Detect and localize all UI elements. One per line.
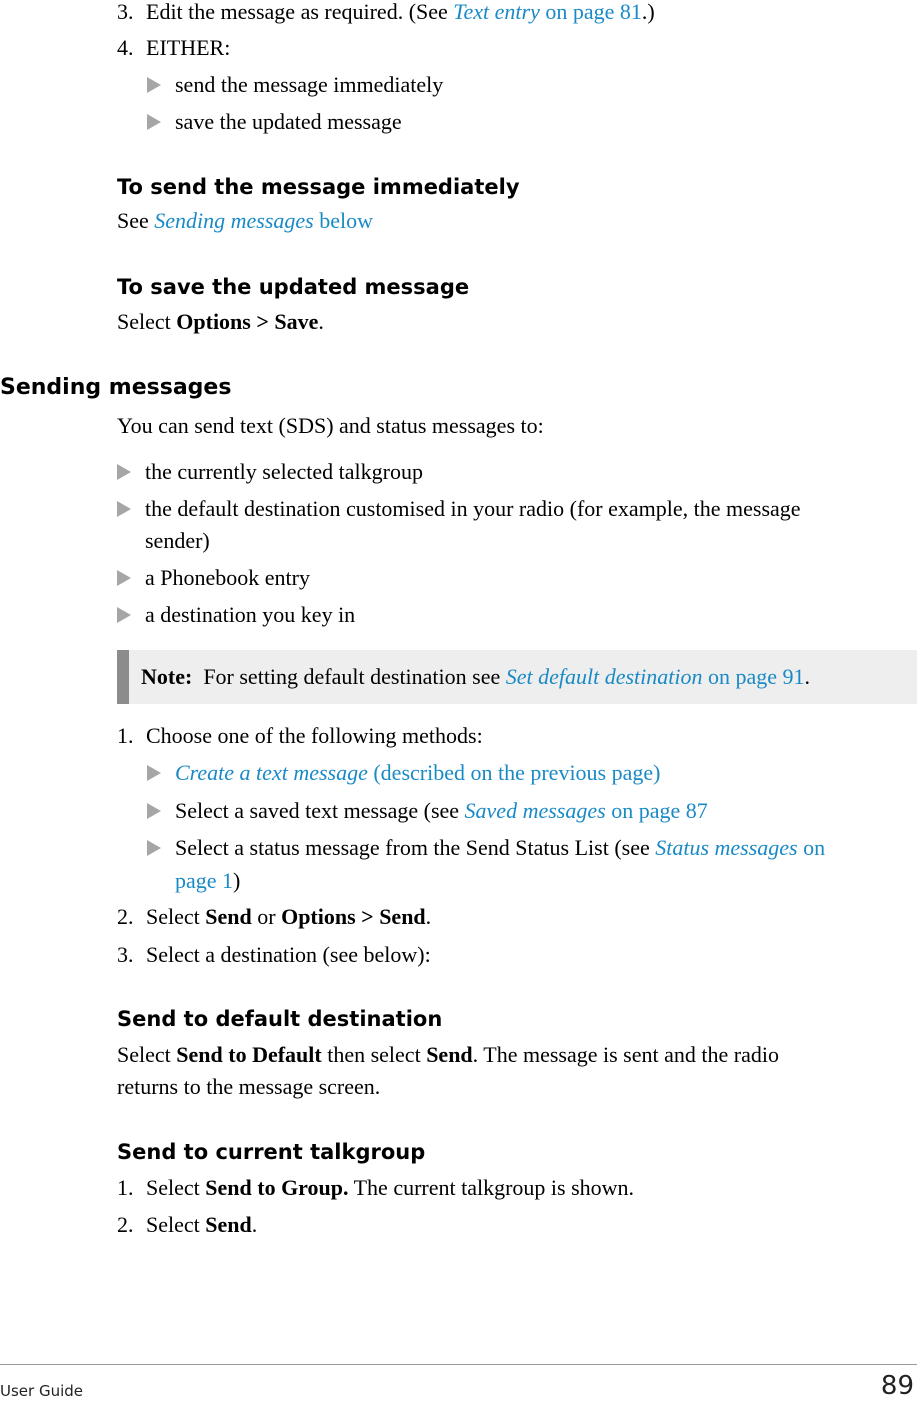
note-label: Note: bbox=[141, 664, 193, 689]
bullet-arrow-icon bbox=[147, 803, 161, 819]
list-item: Select a saved text message (see Saved m… bbox=[175, 798, 708, 823]
create-text-message-link[interactable]: Create a text message (described on the … bbox=[175, 760, 660, 785]
bullet-arrow-icon bbox=[117, 570, 131, 586]
list-item: the default destination customised in yo… bbox=[145, 496, 801, 521]
sending-messages-link[interactable]: Sending messages below bbox=[154, 208, 373, 233]
list-item: a destination you key in bbox=[145, 602, 356, 627]
list-item: the currently selected talkgroup bbox=[145, 459, 423, 484]
section-heading: Send to default destination bbox=[117, 1007, 443, 1031]
step-number: 1. bbox=[117, 1175, 134, 1200]
list-item-continuation: sender) bbox=[145, 528, 210, 553]
paragraph: Select Options > Save. bbox=[117, 309, 324, 334]
section-heading: Send to current talkgroup bbox=[117, 1140, 426, 1164]
bullet-arrow-icon bbox=[147, 765, 161, 781]
paragraph: See Sending messages below bbox=[117, 208, 374, 233]
text-entry-link[interactable]: Text entry on page 81 bbox=[453, 0, 642, 24]
list-item: send the message immediately bbox=[175, 72, 444, 97]
section-heading: To send the message immediately bbox=[117, 175, 520, 199]
list-item: a Phonebook entry bbox=[145, 565, 310, 590]
bullet-arrow-icon bbox=[147, 77, 161, 93]
bullet-arrow-icon bbox=[147, 114, 161, 130]
list-item-continuation: page 1) bbox=[175, 868, 241, 893]
paragraph: Select Send to Default then select Send.… bbox=[117, 1042, 779, 1067]
note-text: Note: For setting default destination se… bbox=[141, 664, 811, 689]
bullet-arrow-icon bbox=[117, 501, 131, 517]
step-number: 2. bbox=[117, 1212, 134, 1237]
step-4: 4. EITHER: bbox=[117, 33, 230, 63]
bullet-arrow-icon bbox=[117, 464, 131, 480]
bullet-arrow-icon bbox=[147, 840, 161, 856]
step-number: 4. bbox=[117, 35, 134, 60]
footer-document-title: User Guide bbox=[0, 1382, 84, 1400]
step-2: 2. Select Send or Options > Send. bbox=[117, 902, 431, 932]
note-box: Note: For setting default destination se… bbox=[117, 650, 917, 704]
step-number: 3. bbox=[117, 942, 134, 967]
page-section-title: Sending messages bbox=[0, 375, 232, 400]
step-3: 3. Select a destination (see below): bbox=[117, 940, 431, 970]
list-item: Select a status message from the Send St… bbox=[175, 835, 826, 860]
status-messages-link[interactable]: Status messages on bbox=[655, 835, 825, 860]
paragraph: You can send text (SDS) and status messa… bbox=[117, 413, 544, 438]
bullet-arrow-icon bbox=[117, 607, 131, 623]
section-heading: To save the updated message bbox=[117, 275, 470, 299]
page-number: 89 bbox=[880, 1371, 914, 1401]
list-item: Create a text message (described on the … bbox=[175, 758, 660, 788]
step-number: 3. bbox=[117, 0, 134, 24]
list-item: save the updated message bbox=[175, 109, 402, 134]
note-accent-bar bbox=[117, 650, 129, 704]
set-default-destination-link[interactable]: Set default destination on page 91 bbox=[506, 664, 805, 689]
paragraph-continuation: returns to the message screen. bbox=[117, 1074, 381, 1099]
step-number: 2. bbox=[117, 904, 134, 929]
status-messages-link-cont[interactable]: page 1 bbox=[175, 868, 233, 893]
footer-divider bbox=[0, 1364, 917, 1365]
step-3: 3. Edit the message as required. (See Tex… bbox=[117, 0, 655, 27]
saved-messages-link[interactable]: Saved messages on page 87 bbox=[465, 798, 708, 823]
step-number: 1. bbox=[117, 723, 134, 748]
step-2: 2. Select Send. bbox=[117, 1210, 257, 1240]
step-1: 1. Choose one of the following methods: bbox=[117, 721, 483, 751]
step-1: 1. Select Send to Group. The current talk… bbox=[117, 1173, 634, 1203]
